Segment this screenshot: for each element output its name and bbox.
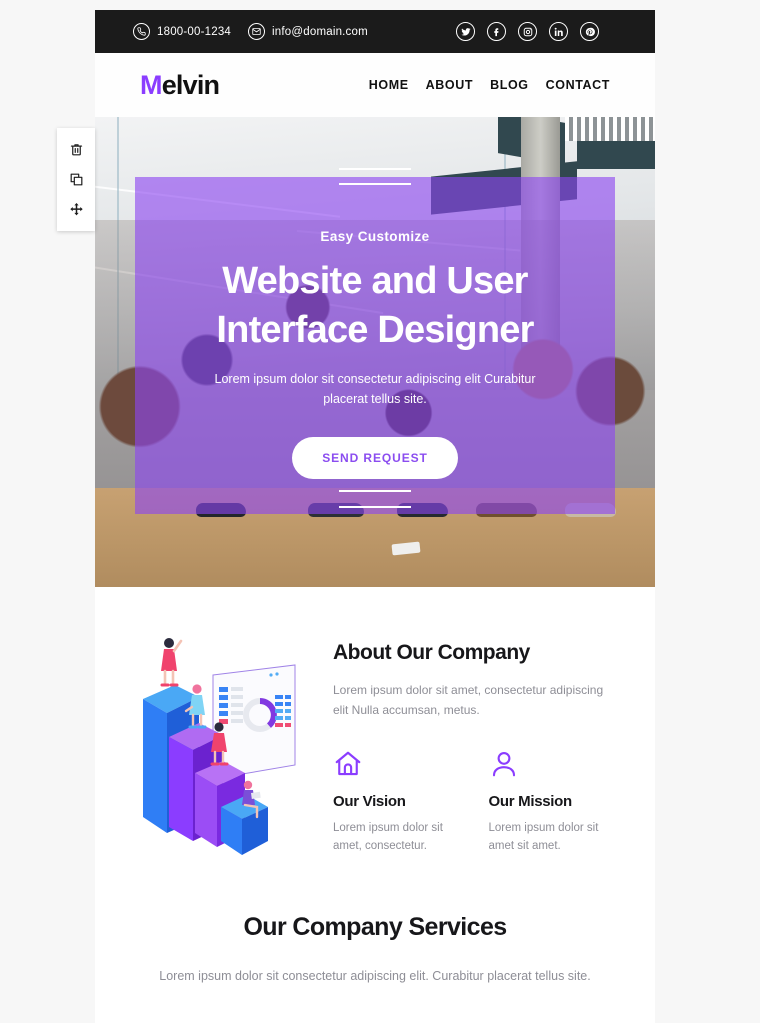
contact-group: 1800-00-1234 info@domain.com <box>133 23 368 40</box>
services-title: Our Company Services <box>243 913 507 941</box>
linkedin-icon[interactable] <box>549 22 568 41</box>
twitter-icon[interactable] <box>456 22 475 41</box>
site-logo[interactable]: Melvin <box>140 69 220 101</box>
pinterest-icon[interactable] <box>580 22 599 41</box>
about-title: About Our Company <box>333 641 530 664</box>
about-paragraph: Lorem ipsum dolor sit amet, consectetur … <box>333 683 604 717</box>
envelope-circle-icon <box>248 23 266 40</box>
move-arrows-icon <box>69 202 84 217</box>
feature-mission-title: Our Mission <box>488 792 573 810</box>
person-top <box>160 638 183 687</box>
email-address: info@domain.com <box>272 25 368 38</box>
send-request-button[interactable]: SEND REQUEST <box>292 437 458 479</box>
hero-decor-line <box>339 168 411 170</box>
topbar: 1800-00-1234 info@domain.com <box>95 10 655 53</box>
instagram-icon[interactable] <box>518 22 537 41</box>
logo-rest: elvin <box>161 69 220 100</box>
social-links <box>456 22 599 41</box>
element-editor-toolbar <box>57 128 95 231</box>
phone-number: 1800-00-1234 <box>157 25 232 38</box>
feature-vision: Our Vision Lorem ipsum dolor sit amet, c… <box>333 749 455 856</box>
phone-circle-icon <box>133 23 150 40</box>
delete-element-button[interactable] <box>65 138 87 160</box>
website-preview-page: 1800-00-1234 info@domain.com Melvin HOME… <box>95 10 655 1023</box>
nav-item-blog[interactable]: BLOG <box>490 78 529 92</box>
photo-dark-panel <box>576 135 655 169</box>
hero-decor-line <box>339 490 411 492</box>
about-section: About Our Company Lorem ipsum dolor sit … <box>95 587 655 867</box>
site-header: Melvin HOME ABOUT BLOG CONTACT <box>95 53 655 117</box>
hero-subtitle: Lorem ipsum dolor sit consectetur adipis… <box>214 372 536 406</box>
feature-mission: Our Mission Lorem ipsum dolor sit amet s… <box>489 749 611 856</box>
hero-decor-line <box>339 506 411 508</box>
copy-icon <box>69 172 84 187</box>
about-features: Our Vision Lorem ipsum dolor sit amet, c… <box>333 749 610 856</box>
hero-title-line-1: Website and User <box>222 260 528 302</box>
hero-section: Easy Customize Website and User Interfac… <box>95 117 655 587</box>
feature-vision-title: Our Vision <box>333 792 406 810</box>
editor-canvas: 1800-00-1234 info@domain.com Melvin HOME… <box>0 0 760 1023</box>
hero-overlay-panel: Easy Customize Website and User Interfac… <box>135 168 615 514</box>
nav-item-about[interactable]: ABOUT <box>426 78 473 92</box>
move-element-button[interactable] <box>65 199 87 221</box>
nav-item-home[interactable]: HOME <box>369 78 409 92</box>
about-content: About Our Company Lorem ipsum dolor sit … <box>333 627 610 867</box>
about-illustration <box>135 627 315 867</box>
email-contact[interactable]: info@domain.com <box>248 23 368 40</box>
hero-decor-line <box>339 183 411 185</box>
user-icon <box>489 749 611 781</box>
trash-icon <box>69 142 84 157</box>
services-section: Our Company Services Lorem ipsum dolor s… <box>95 867 655 987</box>
main-navigation: HOME ABOUT BLOG CONTACT <box>369 78 610 92</box>
phone-contact[interactable]: 1800-00-1234 <box>133 23 231 40</box>
logo-initial: M <box>140 69 162 100</box>
feature-vision-text: Lorem ipsum dolor sit amet, consectetur. <box>333 821 443 852</box>
services-subtitle: Lorem ipsum dolor sit consectetur adipis… <box>159 969 591 983</box>
isometric-chart-illustration <box>143 638 296 855</box>
duplicate-element-button[interactable] <box>65 168 87 190</box>
home-icon <box>333 749 455 781</box>
facebook-icon[interactable] <box>487 22 506 41</box>
hero-title: Website and User Interface Designer <box>216 257 534 354</box>
photo-sawtooth-roof <box>565 117 655 141</box>
hero-eyebrow: Easy Customize <box>320 229 430 244</box>
nav-item-contact[interactable]: CONTACT <box>546 78 610 92</box>
hero-title-line-2: Interface Designer <box>216 308 534 351</box>
feature-mission-text: Lorem ipsum dolor sit amet sit amet. <box>488 821 599 852</box>
